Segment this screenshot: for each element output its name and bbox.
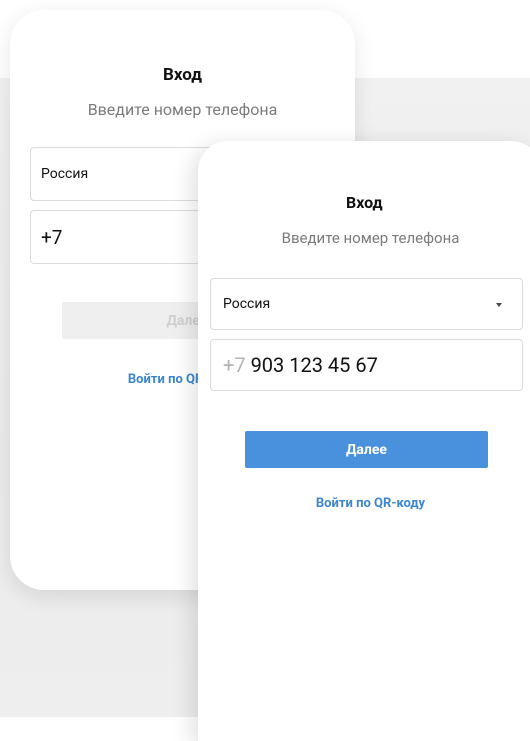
page-subtitle: Введите номер телефона xyxy=(281,229,460,247)
country-select-value: Россия xyxy=(41,166,89,182)
page-title: Вход xyxy=(163,65,202,85)
qr-login-link[interactable]: Войти по QR-коду xyxy=(198,496,530,511)
phone-prefix: +7 xyxy=(41,225,63,249)
phone-input-value: +7 903 123 45 67 xyxy=(223,340,378,390)
phone-input[interactable]: +7 903 123 45 67 xyxy=(210,339,523,391)
country-select-value: Россия xyxy=(223,296,271,312)
phone-screen-front: Вход Введите номер телефона Россия +7 90… xyxy=(198,141,530,741)
page-subtitle: Введите номер телефона xyxy=(87,100,278,119)
phone-number: 903 123 45 67 xyxy=(250,353,378,377)
caret-down-icon xyxy=(496,303,502,307)
next-button[interactable]: Далее xyxy=(245,431,488,468)
country-select[interactable]: Россия xyxy=(210,278,523,330)
phone-prefix: +7 xyxy=(223,353,246,377)
page-title: Вход xyxy=(346,193,383,212)
